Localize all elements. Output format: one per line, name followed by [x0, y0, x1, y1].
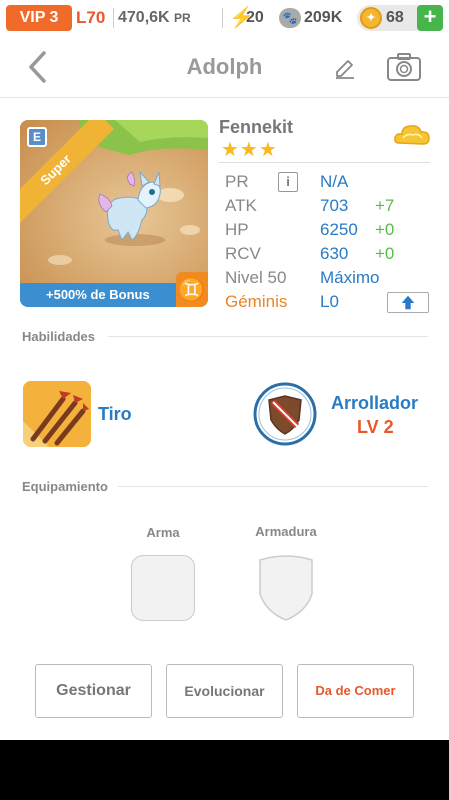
pr-unit: PR	[174, 11, 191, 25]
stat-atk: ATK 703 +7	[225, 194, 431, 218]
stat-bonus: +0	[375, 220, 395, 239]
screen: VIP 3 L70 470,6K PR ⚡ 20 🐾 209K ✦ 68 + A…	[0, 0, 449, 740]
stat-value: Máximo	[320, 268, 380, 287]
stat-level: Nivel 50 Máximo	[225, 266, 431, 290]
equipment-section-title: Equipamiento	[22, 479, 108, 494]
stat-label: Nivel 50	[225, 268, 287, 287]
stat-label: HP	[225, 220, 249, 239]
monster-name: Fennekit	[219, 117, 294, 137]
vip-badge[interactable]: VIP 3	[6, 5, 72, 31]
add-gems-button[interactable]: +	[417, 5, 443, 31]
pencil-icon[interactable]	[333, 56, 357, 80]
star-rating: ★★★	[221, 139, 278, 161]
monster-portrait	[20, 120, 208, 283]
stat-value: N/A	[320, 172, 349, 191]
page-title: Adolph	[186, 54, 263, 79]
armor-slot-label: Armadura	[255, 524, 317, 539]
status-bar: VIP 3 L70 470,6K PR ⚡ 20 🐾 209K ✦ 68 +	[0, 0, 449, 36]
divider	[222, 8, 223, 28]
stat-hp: HP 6250 +0	[225, 218, 431, 242]
leader-skill-level: LV 2	[357, 417, 394, 437]
manage-button[interactable]: Gestionar	[35, 664, 152, 718]
info-icon[interactable]: i	[278, 172, 298, 192]
divider	[118, 486, 428, 487]
feed-button[interactable]: Da de Comer	[297, 664, 414, 718]
stat-value: 703	[320, 196, 349, 215]
camera-icon[interactable]	[386, 52, 422, 82]
abilities-section-title: Habilidades	[22, 329, 95, 344]
divider	[113, 8, 114, 28]
gemini-zodiac-icon: ♊	[176, 272, 208, 307]
armor-slot[interactable]	[254, 554, 318, 622]
evolve-button[interactable]: Evolucionar	[166, 664, 283, 718]
weapon-slot[interactable]	[131, 555, 195, 621]
stat-value: L0	[320, 292, 339, 311]
arrows-icon[interactable]	[23, 381, 91, 447]
light-cloud-icon	[394, 125, 430, 145]
stat-label: PR	[225, 172, 249, 191]
coin-count: 209K	[304, 9, 343, 26]
active-skill-name[interactable]: Tiro	[98, 403, 132, 425]
leader-skill-name[interactable]: Arrollador	[331, 392, 418, 414]
gem-count: 68	[386, 9, 404, 26]
monster-card[interactable]: Super E +500% de Bonus ♊	[20, 120, 208, 307]
stat-bonus: +0	[375, 244, 395, 263]
energy-count: 20	[246, 9, 264, 26]
stat-gemini: Géminis L0	[225, 290, 431, 314]
player-pr: 470,6K PR	[118, 6, 191, 30]
stat-rcv: RCV 630 +0	[225, 242, 431, 266]
divider	[108, 336, 428, 337]
stat-pr: PR i N/A	[225, 170, 431, 194]
stat-label: RCV	[225, 244, 261, 263]
stat-bonus: +7	[375, 196, 395, 215]
paw-coin-icon: 🐾	[279, 8, 301, 28]
stat-value: 630	[320, 244, 349, 263]
shield-icon[interactable]	[253, 382, 317, 446]
pr-value: 470,6K	[118, 9, 170, 26]
player-level: L70	[76, 8, 106, 27]
stat-value: 6250	[320, 220, 358, 239]
back-chevron-icon[interactable]	[26, 50, 50, 84]
gemini-upgrade-button[interactable]	[387, 292, 429, 313]
divider	[219, 162, 430, 163]
weapon-slot-label: Arma	[146, 525, 180, 540]
stat-label: Géminis	[225, 292, 288, 311]
stat-label: ATK	[225, 196, 257, 215]
gem-icon: ✦	[360, 7, 382, 29]
evolution-badge: E	[27, 127, 47, 147]
nav-header: Adolph	[0, 36, 449, 98]
